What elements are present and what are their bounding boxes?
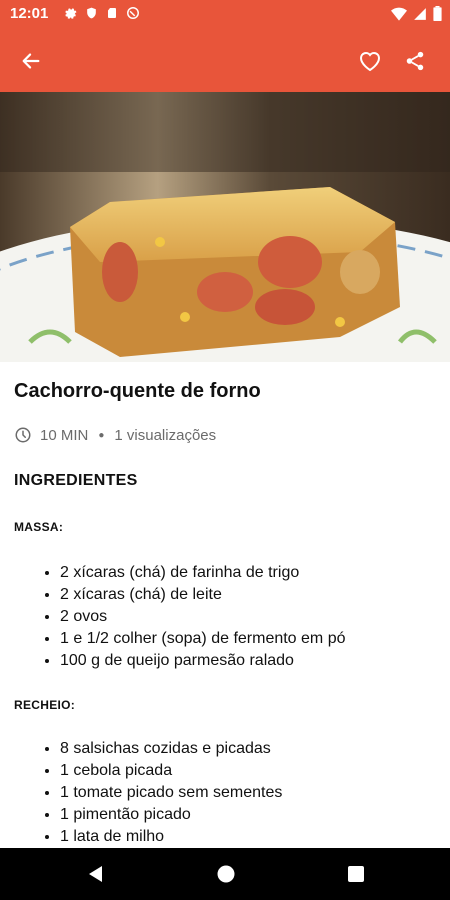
- system-nav-bar: [0, 848, 450, 900]
- status-bar: 12:01: [0, 0, 450, 28]
- gear-icon: [65, 8, 77, 19]
- signal-icon: [414, 7, 426, 20]
- ingredient-item: 8 salsichas cozidas e picadas: [60, 738, 282, 760]
- separator-dot: ●: [98, 429, 105, 441]
- ingredient-item: 2 xícaras (chá) de leite: [60, 584, 346, 606]
- section-heading-massa: MASSA:: [14, 520, 64, 534]
- recipe-views: 1 visualizações: [114, 426, 217, 444]
- heart-outline-icon: [359, 52, 381, 72]
- circle-home-icon: [217, 865, 235, 883]
- clock-icon: [15, 427, 31, 443]
- triangle-back-icon: [89, 866, 102, 882]
- recipe-photo: [0, 92, 450, 362]
- battery-icon: [433, 6, 442, 21]
- status-time: 12:01: [10, 5, 49, 22]
- wifi-icon: [391, 7, 407, 21]
- sim-card-icon: [108, 8, 116, 18]
- recipe-meta: 10 MIN ● 1 visualizações: [14, 426, 216, 444]
- ingredients-heading: INGREDIENTES: [14, 472, 138, 489]
- status-icons-left: [63, 6, 140, 20]
- recipe-content: Cachorro-quente de forno 10 MIN ● 1 visu…: [0, 362, 450, 848]
- back-button[interactable]: [16, 46, 46, 76]
- ingredient-item: 2 xícaras (chá) de farinha de trigo: [60, 562, 346, 584]
- ingredient-item: 1 lata de milho: [60, 826, 282, 848]
- ingredient-item: 100 g de queijo parmesão ralado: [60, 650, 346, 672]
- favorite-button[interactable]: [355, 46, 385, 76]
- no-disturb-icon: [127, 7, 139, 19]
- section-heading-recheio: RECHEIO:: [14, 698, 76, 712]
- recipe-title: Cachorro-quente de forno: [14, 380, 261, 402]
- ingredient-item: 1 tomate picado sem sementes: [60, 782, 282, 804]
- status-icons-right: [391, 6, 442, 21]
- shield-icon: [87, 7, 96, 19]
- ingredient-item: 1 e 1/2 colher (sopa) de fermento em pó: [60, 628, 346, 650]
- ingredient-list-recheio: 8 salsichas cozidas e picadas 1 cebola p…: [14, 738, 282, 848]
- share-button[interactable]: [400, 46, 430, 76]
- app-bar: [0, 28, 450, 92]
- share-icon: [406, 51, 424, 71]
- nav-recents-button[interactable]: [346, 864, 366, 884]
- nav-home-button[interactable]: [216, 864, 236, 884]
- square-recents-icon: [348, 866, 364, 882]
- arrow-left-icon: [22, 53, 40, 69]
- recipe-time: 10 MIN: [40, 426, 89, 444]
- nav-back-button[interactable]: [86, 864, 106, 884]
- ingredient-item: 1 cebola picada: [60, 760, 282, 782]
- ingredient-list-massa: 2 xícaras (chá) de farinha de trigo 2 xí…: [14, 562, 346, 672]
- ingredient-item: 2 ovos: [60, 606, 346, 628]
- ingredient-item: 1 pimentão picado: [60, 804, 282, 826]
